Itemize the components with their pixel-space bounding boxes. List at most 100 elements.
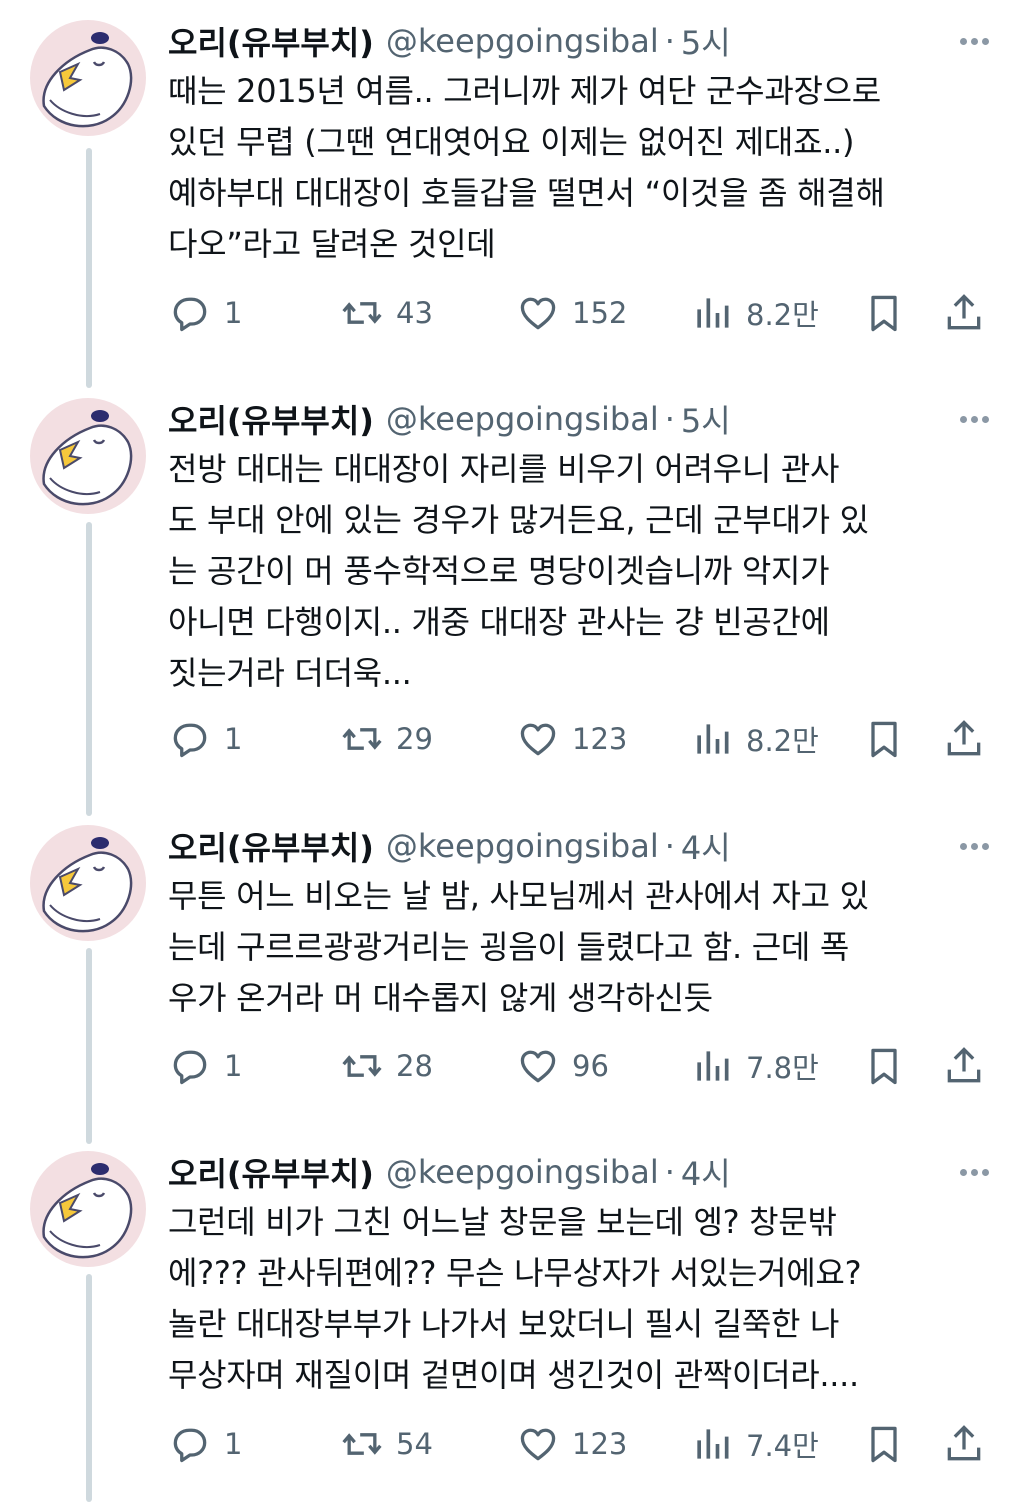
speech-bubble-icon [173,1428,207,1463]
user-handle[interactable]: @keepgoingsibal [386,1153,659,1191]
speech-bubble-icon [173,723,207,758]
duck-avatar-icon[interactable] [30,1151,146,1267]
retweet-count: 28 [396,1049,433,1083]
tweet[interactable]: 오리(유부부치) @keepgoingsibal · 4시 무튼 어느 비오는 … [0,823,1024,1093]
tweet-text-line: 있던 무렵 (그땐 연대엿어요 이제는 없어진 제대죠..) [168,123,855,161]
views-count: 8.2만 [746,298,819,332]
reply-button[interactable]: 1 [168,1421,242,1467]
reply-count: 1 [224,296,243,330]
tweet-text-line: 놀란 대대장부부가 나가서 보았더니 필시 길쭉한 나 [168,1305,840,1343]
like-button[interactable]: 123 [516,716,627,762]
views-button[interactable]: 8.2만 [690,716,819,762]
reply-count: 1 [224,1427,243,1461]
heart-icon [520,723,556,756]
more-dots-icon[interactable] [954,18,994,64]
bookmark-icon [871,1426,897,1463]
tweet-text-line: 때는 2015년 여름.. 그러니까 제가 여단 군수과장으로 [168,72,881,110]
display-name[interactable]: 오리(유부부치) [168,18,374,64]
tweet-header: 오리(유부부치) @keepgoingsibal · 5시 [168,396,994,442]
duck-avatar-icon[interactable] [30,398,146,514]
tweet-header: 오리(유부부치) @keepgoingsibal · 4시 [168,823,994,869]
retweet-count: 29 [396,722,433,756]
bar-chart-icon [697,1051,729,1081]
tweet-time[interactable]: 5시 [681,396,731,442]
tweet-text: 그런데 비가 그친 어느날 창문을 보는데 엥? 창문밖 에??? 관사뒤편에?… [168,1197,998,1401]
views-button[interactable]: 7.8만 [690,1043,819,1089]
tweet-actions: 1 29 123 8.2만 [168,716,994,762]
like-count: 96 [572,1049,609,1083]
share-button[interactable] [942,1421,986,1467]
share-button[interactable] [942,290,986,336]
bookmark-button[interactable] [862,716,906,762]
tweet[interactable]: 오리(유부부치) @keepgoingsibal · 5시 전방 대대는 대대장… [0,396,1024,766]
separator-dot: · [664,1153,675,1191]
bar-chart-icon [697,724,729,754]
more-dots-icon[interactable] [954,1149,994,1195]
tweet-text-line: 짓는거라 더더욱... [168,654,412,692]
separator-dot: · [664,827,675,865]
retweet-button[interactable]: 29 [340,716,433,762]
tweet-text-line: 전방 대대는 대대장이 자리를 비우기 어려우니 관사 [168,450,840,488]
tweet-text-line: 는데 구르르광광거리는 굉음이 들렸다고 함. 근데 폭 [168,928,850,966]
tweet-actions: 1 43 152 8.2만 [168,290,994,336]
share-button[interactable] [942,716,986,762]
duck-avatar-icon[interactable] [30,20,146,136]
like-button[interactable]: 152 [516,290,627,336]
like-button[interactable]: 123 [516,1421,627,1467]
display-name[interactable]: 오리(유부부치) [168,1149,374,1195]
share-upload-icon [947,720,981,756]
heart-icon [520,297,556,330]
speech-bubble-icon [173,1050,207,1085]
share-button[interactable] [942,1043,986,1089]
tweet-text-line: 무상자며 재질이며 겉면이며 생긴것이 관짝이더라.... [168,1356,859,1394]
retweet-arrows-icon [342,302,382,324]
tweet-time[interactable]: 5시 [681,18,731,64]
bookmark-icon [871,295,897,332]
retweet-count: 54 [396,1427,433,1461]
like-count: 152 [572,296,628,330]
like-count: 123 [572,1427,628,1461]
retweet-button[interactable]: 54 [340,1421,433,1467]
separator-dot: · [664,400,675,438]
user-handle[interactable]: @keepgoingsibal [386,827,659,865]
user-handle[interactable]: @keepgoingsibal [386,22,659,60]
tweet-time[interactable]: 4시 [681,823,731,869]
tweet-text: 전방 대대는 대대장이 자리를 비우기 어려우니 관사 도 부대 안에 있는 경… [168,444,998,699]
duck-avatar-icon[interactable] [30,825,146,941]
more-dots-icon[interactable] [954,396,994,442]
retweet-button[interactable]: 43 [340,290,433,336]
like-count: 123 [572,722,628,756]
retweet-arrows-icon [342,1433,382,1455]
bookmark-icon [871,721,897,758]
tweet[interactable]: 오리(유부부치) @keepgoingsibal · 5시 때는 2015년 여… [0,18,1024,338]
views-button[interactable]: 7.4만 [690,1421,819,1467]
tweet-time[interactable]: 4시 [681,1149,731,1195]
tweet-actions: 1 54 123 7.4만 [168,1421,994,1467]
heart-icon [520,1428,556,1461]
share-upload-icon [947,1425,981,1461]
tweet-text: 때는 2015년 여름.. 그러니까 제가 여단 군수과장으로 있던 무렵 (그… [168,66,998,270]
views-button[interactable]: 8.2만 [690,290,819,336]
retweet-arrows-icon [342,728,382,750]
more-dots-icon[interactable] [954,823,994,869]
tweet-text-line: 아니면 다행이지.. 개중 대대장 관사는 걍 빈공간에 [168,603,830,641]
retweet-button[interactable]: 28 [340,1043,433,1089]
bar-chart-icon [697,298,729,328]
bookmark-button[interactable] [862,290,906,336]
bookmark-button[interactable] [862,1421,906,1467]
retweet-count: 43 [396,296,433,330]
tweet-text-line: 도 부대 안에 있는 경우가 많거든요, 근데 군부대가 있 [168,501,869,539]
tweet[interactable]: 오리(유부부치) @keepgoingsibal · 4시 그런데 비가 그친 … [0,1149,1024,1469]
reply-count: 1 [224,722,243,756]
like-button[interactable]: 96 [516,1043,609,1089]
reply-button[interactable]: 1 [168,716,242,762]
speech-bubble-icon [173,297,207,332]
display-name[interactable]: 오리(유부부치) [168,823,374,869]
bookmark-button[interactable] [862,1043,906,1089]
tweet-text-line: 예하부대 대대장이 호들갑을 떨면서 “이것을 좀 해결해 [168,174,885,212]
user-handle[interactable]: @keepgoingsibal [386,400,659,438]
display-name[interactable]: 오리(유부부치) [168,396,374,442]
reply-button[interactable]: 1 [168,290,242,336]
reply-button[interactable]: 1 [168,1043,242,1089]
retweet-arrows-icon [342,1055,382,1077]
